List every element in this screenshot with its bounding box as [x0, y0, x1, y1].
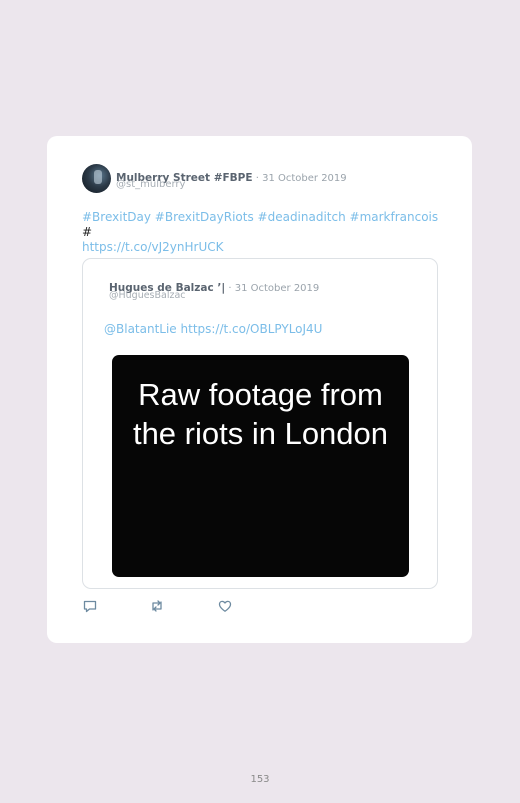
- like-icon[interactable]: [217, 598, 233, 614]
- quoted-header-separator: ·: [225, 283, 235, 294]
- author-handle[interactable]: @st_mulberry: [116, 179, 185, 190]
- retweet-icon[interactable]: [149, 598, 165, 614]
- tweet-text: #BrexitDay #BrexitDayRiots #deadinaditch…: [82, 210, 442, 255]
- reply-icon[interactable]: [82, 598, 98, 614]
- page-number: 153: [250, 774, 270, 785]
- video-thumbnail[interactable]: Raw footage from the riots in London: [112, 355, 409, 577]
- tweet-url-link[interactable]: https://t.co/vJ2ynHrUCK: [82, 240, 224, 254]
- hashtag-links[interactable]: #BrexitDay #BrexitDayRiots #deadinaditch…: [82, 210, 438, 224]
- header-separator: ·: [252, 173, 263, 184]
- media-caption-line2: the riots in London: [132, 416, 389, 451]
- media-caption-line1: Raw footage from: [138, 377, 383, 412]
- quoted-author-handle[interactable]: @HuguesBalzac: [109, 290, 186, 301]
- quoted-tweet-text[interactable]: @BlatantLie https://t.co/OBLPYLoJ4U: [104, 322, 322, 336]
- tweet-card: Mulberry Street #FBPE · 31 October 2019 …: [47, 136, 472, 643]
- avatar[interactable]: [82, 164, 111, 193]
- quoted-tweet[interactable]: Hugues de Balzac ’| · 31 October 2019 @H…: [82, 258, 438, 589]
- quoted-tweet-date[interactable]: 31 October 2019: [235, 283, 320, 294]
- hash-symbol: #: [82, 225, 93, 239]
- tweet-date[interactable]: 31 October 2019: [262, 173, 347, 184]
- tweet-actions: [82, 598, 282, 614]
- media-caption: Raw footage from the riots in London: [112, 375, 409, 453]
